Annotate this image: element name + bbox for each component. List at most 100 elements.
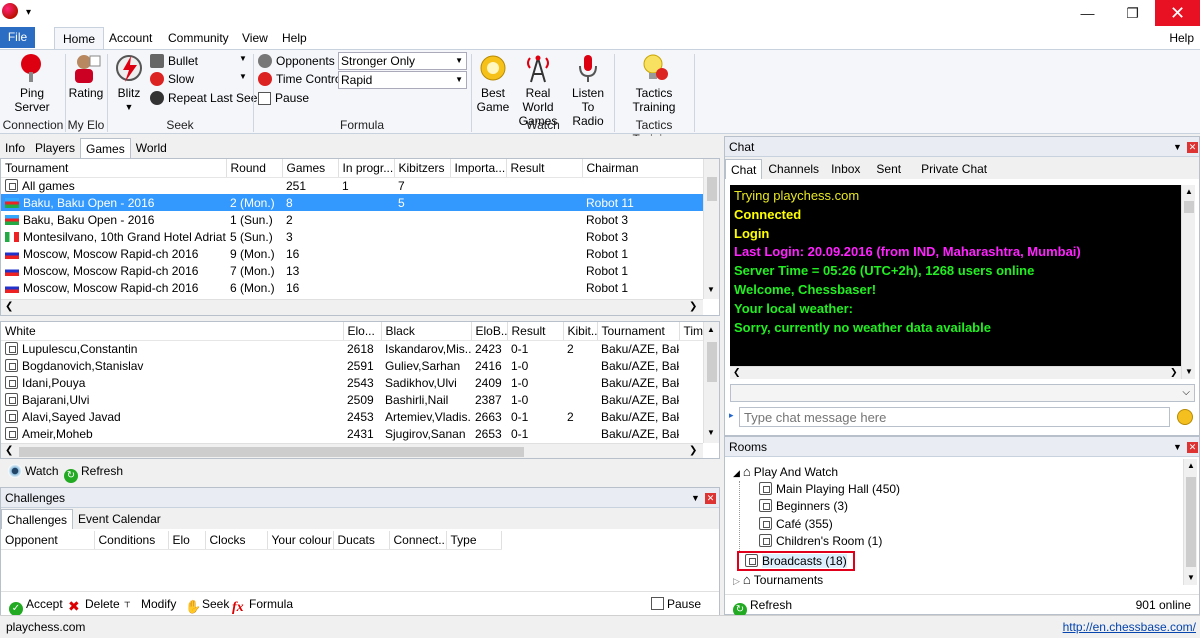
slow-button[interactable]: Slow (150, 70, 194, 88)
tournament-hscroll[interactable]: ❮ ❯ (1, 299, 703, 315)
column-header[interactable]: Opponent (1, 531, 95, 550)
ping-server-button[interactable]: Ping Server (8, 52, 56, 114)
watch-button[interactable]: Watch (8, 462, 59, 480)
chat-vscroll[interactable]: ▲ ▼ (1181, 185, 1195, 379)
bullet-dropdown-icon[interactable]: ▼ (239, 54, 247, 63)
column-header[interactable]: EloB... (471, 322, 508, 341)
column-header[interactable]: In progr... (338, 159, 395, 178)
column-header[interactable]: Result (506, 159, 583, 178)
panel-close-icon[interactable]: ✕ (1187, 442, 1198, 453)
panel-menu-icon[interactable]: ▼ (1173, 137, 1182, 157)
best-game-button[interactable]: Best Game (474, 52, 512, 114)
games-hscroll[interactable]: ❮ ❯ (1, 443, 703, 458)
time-control-combo[interactable]: Rapid ▼ (338, 71, 467, 89)
tab-chat[interactable]: Chat (725, 159, 763, 179)
column-header[interactable]: Black (381, 322, 472, 341)
maximize-button[interactable]: ❐ (1110, 0, 1155, 26)
scroll-thumb[interactable] (1186, 477, 1196, 567)
tree-broadcasts[interactable]: Broadcasts (18) (737, 550, 855, 571)
scroll-up-icon[interactable]: ▲ (1187, 461, 1195, 470)
table-row[interactable]: Bogdanovich,Stanislav 2591 Guliev,Sarhan 24… (1, 357, 703, 374)
formula-button[interactable]: fx Formula (232, 592, 293, 616)
column-header[interactable]: Games (282, 159, 339, 178)
panel-close-icon[interactable]: ✕ (1187, 142, 1198, 153)
tab-community[interactable]: Community (160, 27, 237, 49)
column-header[interactable]: Type (446, 531, 502, 550)
repeat-last-seek-button[interactable]: Repeat Last Seek (150, 89, 263, 107)
column-header[interactable]: Result (507, 322, 564, 341)
tab-channels[interactable]: Channels (762, 159, 825, 179)
real-world-games-button[interactable]: Real World Games (510, 52, 566, 128)
scroll-down-icon[interactable]: ▼ (1187, 573, 1195, 582)
table-row[interactable]: Idani,Pouya 2543 Sadikhov,Ulvi 2409 1-0 Baku/… (1, 374, 703, 391)
modify-button[interactable]: ⸆ Modify (124, 592, 176, 616)
panel-menu-icon[interactable]: ▼ (1173, 437, 1182, 457)
scroll-left-icon[interactable]: ❮ (733, 367, 741, 378)
minimize-button[interactable]: — (1065, 0, 1110, 26)
tab-world[interactable]: World (131, 138, 172, 158)
bullet-button[interactable]: Bullet (150, 52, 198, 70)
column-header[interactable]: Kibit... (563, 322, 598, 341)
time-control-button[interactable]: Time Control (258, 70, 344, 88)
scroll-down-icon[interactable]: ▼ (1185, 367, 1193, 376)
scroll-right-icon[interactable]: ❯ (689, 445, 697, 456)
tree-expand-icon[interactable]: ◢ (733, 468, 740, 478)
column-header[interactable]: Importa... (450, 159, 507, 178)
pause-checkbox[interactable] (258, 91, 271, 105)
tab-games[interactable]: Games (80, 138, 131, 158)
tab-help[interactable]: Help (274, 27, 315, 49)
listen-to-radio-button[interactable]: Listen To Radio (566, 52, 610, 128)
column-header[interactable]: Ducats (333, 531, 390, 550)
scroll-thumb[interactable] (707, 342, 717, 382)
scroll-up-icon[interactable]: ▲ (707, 325, 715, 334)
games-vscroll[interactable]: ▲ ▼ (703, 322, 719, 443)
table-row[interactable]: Baku, Baku Open - 2016 2 (Mon.) 8 5 Robot 11 (1, 194, 703, 211)
refresh-button[interactable]: ↻ Refresh (64, 462, 123, 483)
table-row[interactable]: Bajarani,Ulvi 2509 Bashirli,Nail 2387 1-0 Bak… (1, 391, 703, 408)
table-row[interactable]: Montesilvano, 10th Grand Hotel Adriati..… (1, 228, 703, 245)
room-item[interactable]: Children's Room (1) (759, 533, 1183, 551)
seek-button[interactable]: ✋Seek (185, 592, 229, 616)
app-logo-icon[interactable] (2, 3, 18, 19)
table-row[interactable]: Baku, Baku Open - 2016 1 (Sun.) 2 Robot 3 (1, 211, 703, 228)
chat-hscroll[interactable]: ❮ ❯ (730, 366, 1181, 379)
pause-checkbox-row[interactable]: Pause (258, 89, 309, 107)
column-header[interactable]: Clocks (205, 531, 268, 550)
scroll-left-icon[interactable]: ❮ (5, 445, 13, 456)
tab-view[interactable]: View (234, 27, 276, 49)
room-item[interactable]: Beginners (3) (759, 498, 1183, 516)
channel-select[interactable]: ⌵ (730, 384, 1195, 402)
rooms-refresh-button[interactable]: ↻ Refresh (733, 595, 792, 617)
table-row[interactable]: Moscow, Moscow Rapid-ch 2016 9 (Mon.) 16 Ro… (1, 245, 703, 262)
pause-toggle[interactable]: Pause (651, 592, 701, 616)
column-header[interactable]: Conditions (94, 531, 169, 550)
scroll-thumb[interactable] (707, 177, 717, 201)
emoticon-icon[interactable] (1177, 409, 1193, 425)
column-header[interactable]: Chairman (582, 159, 704, 178)
scroll-down-icon[interactable]: ▼ (707, 285, 715, 294)
scroll-thumb[interactable] (19, 447, 524, 457)
tree-tournaments[interactable]: ▷ ⌂ Tournaments (733, 571, 1183, 589)
table-row[interactable]: Alavi,Sayed Javad 2453 Artemiev,Vladis... 2… (1, 408, 703, 425)
tab-sent[interactable]: Sent (866, 159, 911, 179)
blitz-dropdown-icon[interactable]: ▼ (113, 100, 145, 114)
table-row[interactable]: Moscow, Moscow Rapid-ch 2016 7 (Mon.) 13 Ro… (1, 262, 703, 279)
scroll-right-icon[interactable]: ❯ (1170, 367, 1178, 378)
scroll-down-icon[interactable]: ▼ (707, 428, 715, 437)
slow-dropdown-icon[interactable]: ▼ (239, 72, 247, 81)
room-item[interactable]: Main Playing Hall (450) (759, 481, 1183, 499)
column-header[interactable]: Elo... (343, 322, 382, 341)
column-header[interactable]: Tim (679, 322, 704, 341)
rating-button[interactable]: Rating (68, 52, 104, 100)
quick-access-dropdown-icon[interactable]: ▾ (26, 7, 31, 18)
scroll-right-icon[interactable]: ❯ (689, 301, 697, 312)
tab-private-chat[interactable]: Private Chat (911, 159, 997, 179)
file-tab[interactable]: File (0, 27, 35, 48)
panel-menu-icon[interactable]: ▼ (691, 488, 700, 508)
room-item[interactable]: Café (355) (759, 516, 1183, 534)
chat-input[interactable] (739, 407, 1170, 427)
chessbase-link[interactable]: http://en.chessbase.com/ (1063, 616, 1196, 638)
column-header[interactable]: Kibitzers (394, 159, 451, 178)
accept-button[interactable]: ✓ Accept (9, 592, 63, 616)
scroll-up-icon[interactable]: ▲ (1185, 187, 1193, 196)
